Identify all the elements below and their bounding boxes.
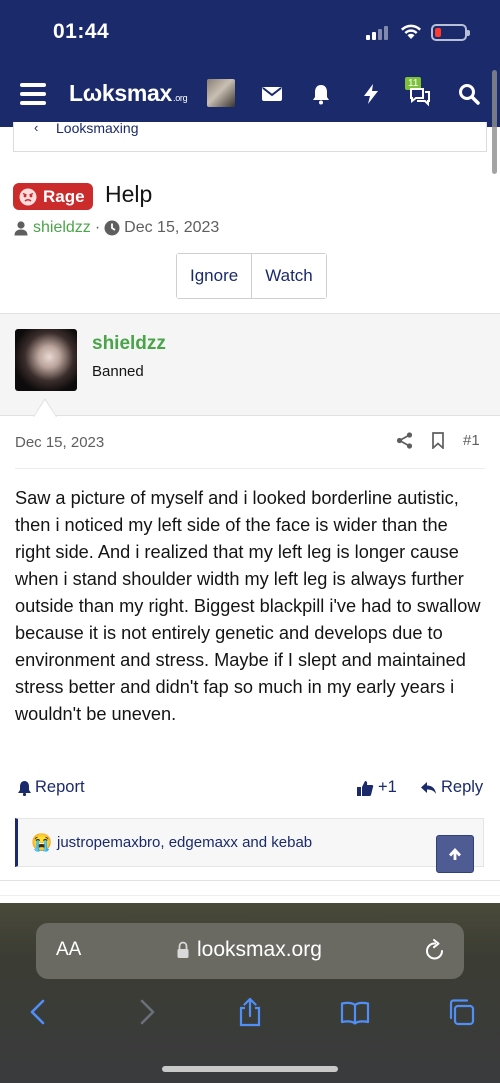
thread-button-group: Ignore Watch: [176, 253, 327, 299]
post-footer: Report +1 Reply: [15, 776, 485, 802]
reload-icon[interactable]: [424, 939, 446, 963]
browser-toolbar: [0, 993, 500, 1033]
battery-icon: [431, 24, 470, 41]
mail-icon[interactable]: [260, 82, 284, 106]
post-body: Saw a picture of myself and i looked bor…: [15, 488, 481, 724]
thread-prefix-badge[interactable]: Rage: [13, 183, 93, 210]
post-username[interactable]: shieldzz: [92, 333, 166, 355]
post-header-divider: [15, 468, 485, 469]
user-icon: [14, 221, 28, 236]
user-block-pointer-fill: [34, 400, 56, 417]
share-sheet-icon[interactable]: [235, 997, 265, 1027]
reaction-users-link[interactable]: justropemaxbro, edgemaxx and kebab: [57, 834, 312, 851]
clock-icon: [104, 220, 120, 236]
post-user-block: shieldzz Banned: [0, 313, 500, 416]
bolt-icon[interactable]: [359, 82, 383, 106]
page-scrollbar[interactable]: [492, 70, 497, 174]
ignore-button[interactable]: Ignore: [177, 254, 252, 298]
scroll-to-top-button[interactable]: [436, 835, 474, 873]
status-time: 01:44: [53, 20, 110, 43]
post-number-link[interactable]: #1: [463, 432, 480, 449]
report-label: Report: [35, 778, 85, 796]
chevron-left-icon: ‹: [34, 120, 39, 135]
browser-chrome: AA looksmax.org: [0, 903, 500, 1083]
like-button[interactable]: +1: [356, 778, 397, 797]
post-user-title: Banned: [92, 363, 144, 380]
arrow-up-icon: [449, 848, 461, 860]
like-count: +1: [378, 778, 397, 796]
post-date-link[interactable]: Dec 15, 2023: [15, 434, 104, 451]
prefix-label: Rage: [43, 186, 85, 206]
reply-arrow-icon: [421, 781, 436, 794]
site-logo[interactable]: Lωksmax.org: [69, 80, 188, 107]
reactions-bar[interactable]: 😭 justropemaxbro, edgemaxx and kebab: [15, 818, 484, 867]
wifi-icon: [401, 24, 421, 39]
bookmark-icon[interactable]: [431, 432, 445, 449]
bell-icon[interactable]: [309, 82, 333, 106]
reply-button[interactable]: Reply: [420, 778, 483, 797]
thread-meta: shieldzz · Dec 15, 2023: [13, 219, 219, 237]
thread-title: Help: [105, 181, 153, 207]
cellular-signal-icon: [366, 24, 392, 40]
status-bar: 01:44: [0, 0, 500, 66]
breadcrumb[interactable]: ‹ Looksmaxing: [13, 120, 487, 152]
address-bar[interactable]: AA looksmax.org: [36, 923, 464, 979]
lock-icon: [177, 941, 189, 958]
tabs-icon[interactable]: [446, 997, 476, 1027]
site-header: 01:44 Lωksmax.org 11: [0, 0, 500, 127]
account-avatar[interactable]: [207, 79, 235, 107]
url-text[interactable]: looksmax.org: [197, 938, 322, 962]
angry-face-icon: [19, 188, 37, 205]
thread-date-link[interactable]: Dec 15, 2023: [124, 219, 219, 237]
back-icon[interactable]: [24, 997, 54, 1027]
nav-row: Lωksmax.org 11: [0, 66, 500, 127]
reply-label: Reply: [441, 778, 484, 796]
post-avatar[interactable]: [15, 329, 77, 391]
chat-icon[interactable]: [408, 84, 432, 108]
report-link[interactable]: Report: [17, 778, 85, 797]
next-post-divider: [0, 895, 500, 896]
hamburger-icon[interactable]: [20, 83, 46, 105]
thumbs-up-icon: [357, 780, 374, 796]
forward-icon[interactable]: [131, 997, 161, 1027]
text-size-button[interactable]: AA: [56, 939, 81, 961]
crying-face-icon: 😭: [31, 833, 53, 852]
share-icon[interactable]: [396, 432, 413, 449]
post-actions: #1: [396, 432, 480, 449]
watch-button[interactable]: Watch: [251, 254, 326, 298]
home-indicator[interactable]: [162, 1066, 338, 1072]
book-icon[interactable]: [340, 997, 370, 1027]
post-divider: [0, 880, 500, 881]
breadcrumb-label[interactable]: Looksmaxing: [56, 120, 139, 136]
bell-report-icon: [18, 780, 31, 796]
meta-separator: ·: [94, 219, 101, 236]
thread-author-link[interactable]: shieldzz: [33, 219, 91, 237]
search-icon[interactable]: [457, 82, 481, 106]
